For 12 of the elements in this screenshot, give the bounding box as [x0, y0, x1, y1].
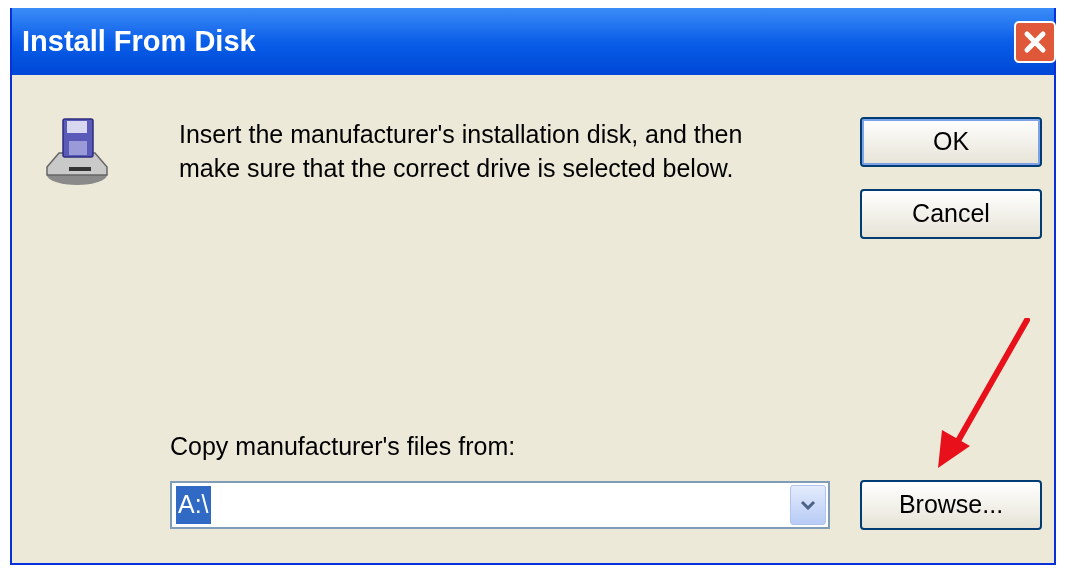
- path-value: A:\: [176, 486, 211, 524]
- dialog-button[interactable]: OK: [860, 117, 1042, 167]
- close-icon: [1023, 29, 1047, 54]
- window-title: Install From Disk: [22, 23, 256, 59]
- dialog-button[interactable]: Cancel: [860, 189, 1042, 239]
- source-path-combobox[interactable]: A:\: [170, 481, 830, 529]
- copy-from-label: Copy manufacturer's files from:: [170, 430, 517, 462]
- instruction-text: Insert the manufacturer's installation disk, and then make sure that the correct drive is selected below.: [179, 119, 744, 184]
- dropdown-button[interactable]: [790, 485, 826, 525]
- chevron-down-icon: [800, 500, 816, 510]
- close-button[interactable]: [1014, 20, 1056, 63]
- browse-button[interactable]: Browse...: [860, 480, 1042, 530]
